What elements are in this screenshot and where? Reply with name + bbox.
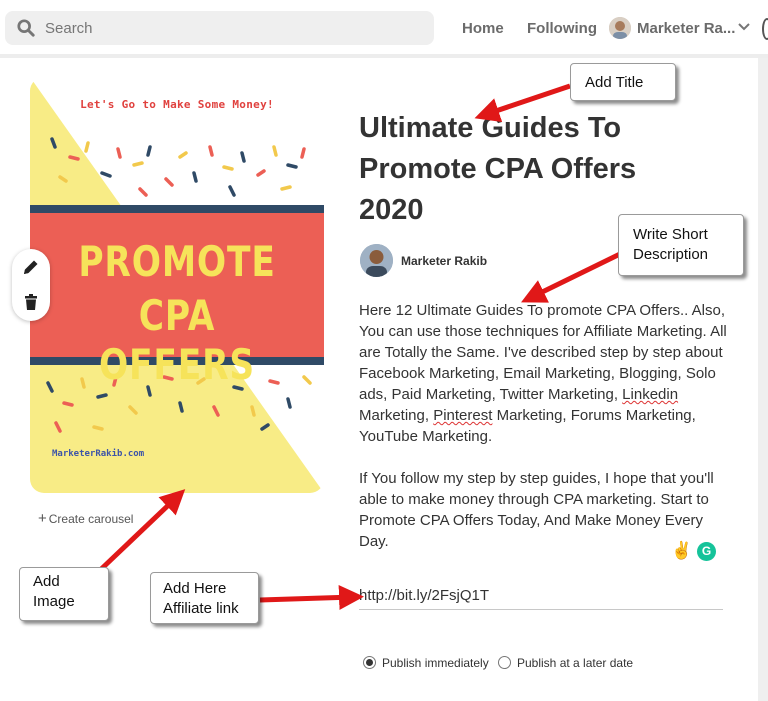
create-carousel-label: Create carousel <box>48 512 134 526</box>
callout-add-title: Add Title <box>570 63 676 101</box>
callout-text: Description <box>633 246 709 263</box>
chevron-down-icon[interactable] <box>737 22 751 32</box>
callout-text: Affiliate link <box>163 600 239 617</box>
trash-icon[interactable] <box>22 293 40 311</box>
callout-add-image: Add Image <box>19 567 109 621</box>
top-bar: Home Following Marketer Ra... <box>0 0 768 58</box>
callout-text: Write Short <box>633 226 708 243</box>
search-input[interactable] <box>45 17 415 39</box>
create-carousel-button[interactable]: + Create carousel <box>38 510 133 527</box>
victory-hand-emoji-icon[interactable]: ✌ <box>671 541 692 561</box>
arrow-to-description <box>521 251 622 303</box>
nav-home-link[interactable]: Home <box>462 20 504 37</box>
pin-image-headline-line2: CPA OFFERS <box>98 291 256 389</box>
pin-image[interactable]: Let's Go to Make Some Money! PROMOTE CPA… <box>30 77 324 493</box>
search-bar[interactable] <box>5 11 434 45</box>
author-name[interactable]: Marketer Rakib <box>401 254 487 268</box>
pin-builder-page: Home Following Marketer Ra... <box>0 0 768 701</box>
user-avatar[interactable] <box>609 17 631 39</box>
callout-write-description: Write Short Description <box>618 214 744 276</box>
callout-text: Add <box>33 573 60 590</box>
publish-later-option[interactable]: Publish at a later date <box>498 656 633 670</box>
pin-image-tagline: Let's Go to Make Some Money! <box>80 98 274 111</box>
pin-title[interactable]: Ultimate Guides To Promote CPA Offers 20… <box>359 108 679 231</box>
nav-following-link[interactable]: Following <box>527 20 597 37</box>
callout-text: Add Here <box>163 580 227 597</box>
arrow-to-image <box>94 489 186 576</box>
pin-description[interactable]: Here 12 Ultimate Guides To promote CPA O… <box>359 300 731 573</box>
grammarly-icon[interactable]: G <box>697 542 716 561</box>
publish-later-label: Publish at a later date <box>517 656 634 670</box>
arrow-to-link <box>259 584 364 610</box>
pin-image-site-url: MarketerRakib.com <box>52 449 145 459</box>
callout-text: Add Title <box>585 74 644 91</box>
scrollbar-track[interactable] <box>758 58 768 701</box>
description-text: Marketing, <box>359 407 434 424</box>
spellcheck-word-linkedin: Linkedin <box>622 386 679 403</box>
publish-immediately-option[interactable]: Publish immediately <box>363 656 489 670</box>
publish-immediately-label: Publish immediately <box>382 656 489 670</box>
destination-link-field[interactable] <box>359 582 723 610</box>
plus-icon: + <box>38 510 47 527</box>
callout-text: Image <box>33 593 75 610</box>
search-icon <box>17 19 35 37</box>
callout-add-affiliate-link: Add Here Affiliate link <box>150 572 259 624</box>
nav-user-link[interactable]: Marketer Ra... <box>637 20 735 37</box>
notifications-icon[interactable] <box>762 18 768 40</box>
pin-image-headline-line1: PROMOTE <box>78 237 276 286</box>
image-tools <box>12 249 50 321</box>
author-avatar <box>360 244 393 277</box>
spellcheck-word-pinterest: Pinterest <box>433 407 493 424</box>
description-paragraph-2: If You follow my step by step guides, I … <box>359 470 714 550</box>
description-paragraph-1: Here 12 Ultimate Guides To promote CPA O… <box>359 300 731 447</box>
pencil-icon[interactable] <box>22 258 40 276</box>
radio-publish-immediately[interactable] <box>363 656 376 669</box>
radio-publish-later[interactable] <box>498 656 511 669</box>
